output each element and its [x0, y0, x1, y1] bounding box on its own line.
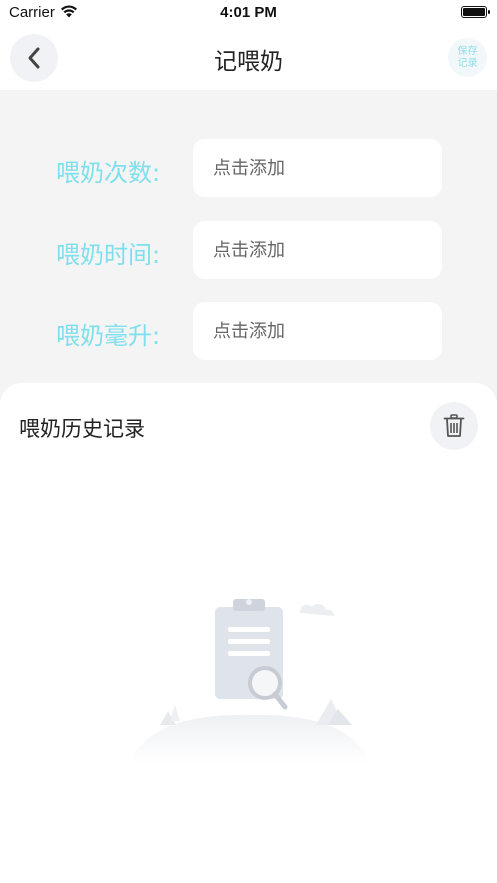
save-button-label-line1: 保存 [457, 45, 478, 57]
feeding-form: 喂奶次数: 喂奶时间: 喂奶毫升: [0, 90, 497, 400]
history-panel: 喂奶历史记录 [0, 383, 497, 883]
feed-ml-input[interactable] [193, 302, 442, 360]
history-title: 喂奶历史记录 [19, 417, 145, 441]
form-row-ml: 喂奶毫升: [0, 302, 497, 360]
empty-clipboard-icon [130, 599, 370, 763]
feed-ml-label: 喂奶毫升: [56, 322, 161, 350]
feed-time-label: 喂奶时间: [56, 241, 161, 269]
battery-icon [461, 6, 490, 18]
page-title: 记喂奶 [214, 49, 283, 75]
clock: 4:01 PM [220, 4, 277, 21]
save-record-button[interactable]: 保存 记录 [448, 38, 487, 77]
feed-count-input[interactable] [193, 139, 442, 197]
status-bar: Carrier 4:01 PM [0, 0, 497, 26]
navigation-bar: 记喂奶 保存 记录 [0, 26, 497, 90]
form-row-time: 喂奶时间: [0, 221, 497, 279]
form-row-count: 喂奶次数: [0, 139, 497, 197]
trash-icon [443, 414, 465, 437]
clear-history-button[interactable] [430, 402, 478, 450]
feed-count-label: 喂奶次数: [56, 159, 161, 187]
feed-time-input[interactable] [193, 221, 442, 279]
save-button-label-line2: 记录 [457, 57, 478, 69]
